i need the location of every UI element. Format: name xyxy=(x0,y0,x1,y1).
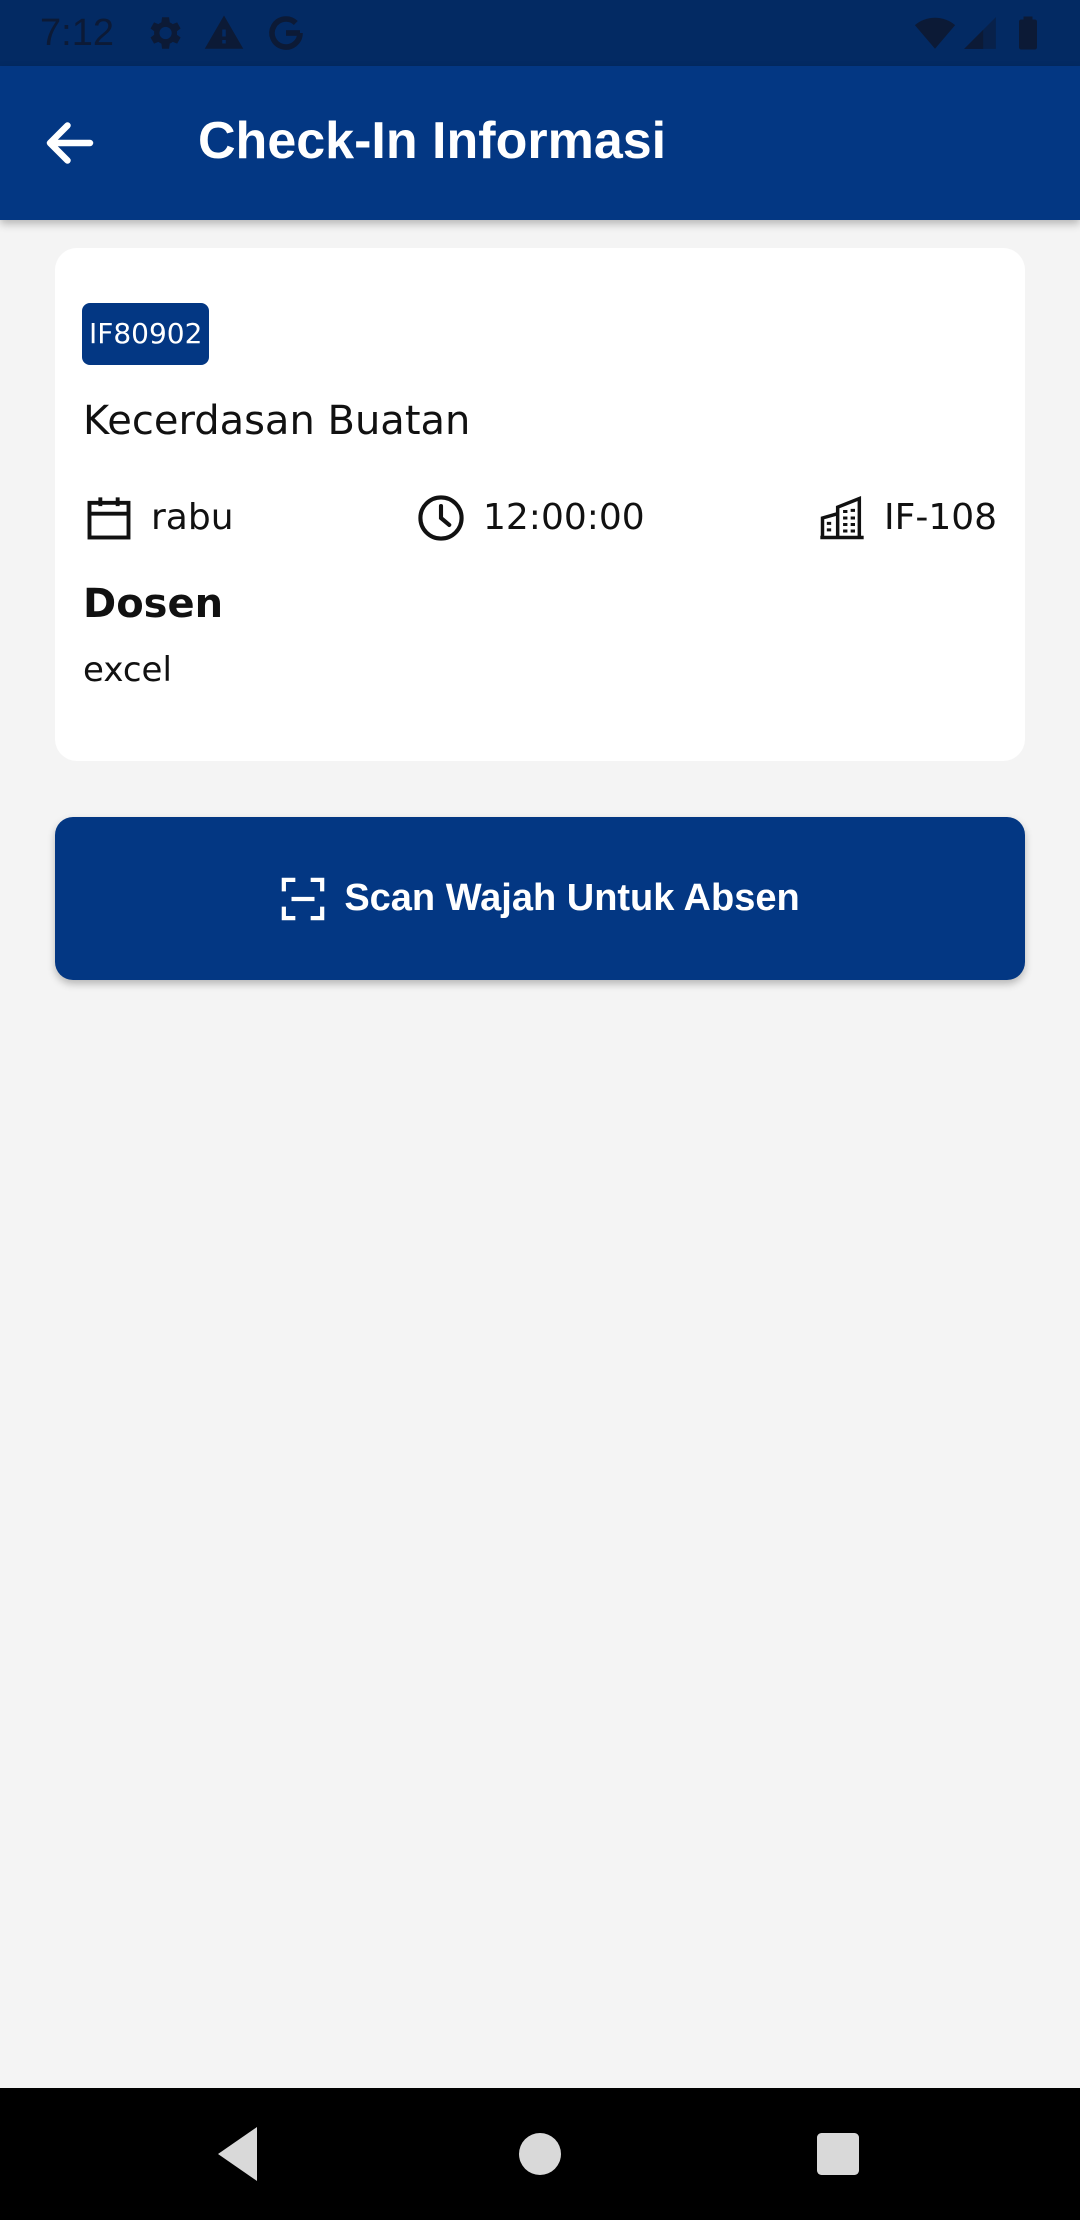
status-bar: 7:12 xyxy=(0,0,1080,66)
battery-icon xyxy=(1010,12,1046,54)
course-code-badge: IF80902 xyxy=(82,303,210,365)
calendar-icon xyxy=(83,492,135,544)
status-time: 7:12 xyxy=(40,12,114,54)
signal-icon xyxy=(961,12,999,54)
wifi-icon xyxy=(913,12,957,54)
schedule-room-text: IF-108 xyxy=(884,497,998,538)
scan-face-button-label: Scan Wajah Untuk Absen xyxy=(344,877,800,919)
schedule-room: IF-108 xyxy=(816,488,997,548)
lecturer-heading: Dosen xyxy=(83,581,224,627)
navigation-bar xyxy=(0,2088,1080,2220)
back-button[interactable] xyxy=(40,113,100,173)
building-icon xyxy=(816,492,868,544)
lecturer-name: excel xyxy=(83,650,172,690)
schedule-day: rabu xyxy=(83,488,234,548)
course-info-card: IF80902 Kecerdasan Buatan rabu 12:00:00 … xyxy=(55,248,1025,761)
recents-square-icon xyxy=(802,2118,874,2190)
gear-icon xyxy=(143,12,185,54)
schedule-time-text: 12:00:00 xyxy=(483,497,645,538)
back-triangle-icon xyxy=(206,2118,278,2190)
warning-icon xyxy=(203,12,245,54)
schedule-day-text: rabu xyxy=(151,497,234,538)
course-name: Kecerdasan Buatan xyxy=(83,398,471,444)
nav-home-button[interactable] xyxy=(504,2118,576,2190)
app-bar: Check-In Informasi xyxy=(0,66,1080,220)
page-title: Check-In Informasi xyxy=(198,112,667,170)
scan-face-button[interactable]: Scan Wajah Untuk Absen xyxy=(55,817,1025,980)
arrow-back-icon xyxy=(40,113,100,173)
nav-recents-button[interactable] xyxy=(802,2118,874,2190)
face-scan-icon xyxy=(280,876,326,922)
google-icon xyxy=(265,12,307,54)
schedule-time: 12:00:00 xyxy=(415,488,645,548)
nav-back-button[interactable] xyxy=(206,2118,278,2190)
home-circle-icon xyxy=(504,2118,576,2190)
clock-icon xyxy=(415,492,467,544)
